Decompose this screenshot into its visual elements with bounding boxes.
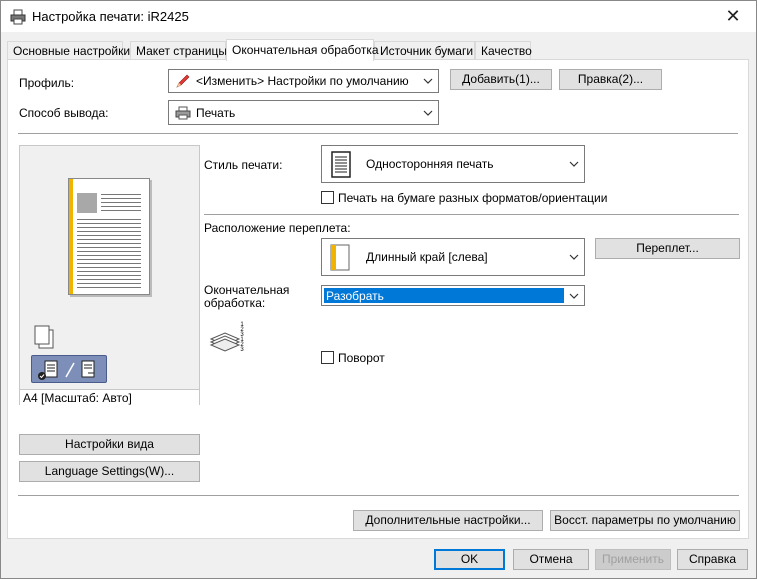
binding-location-label: Расположение переплета:: [204, 221, 351, 235]
preview-caption: A4 [Масштаб: Авто]: [23, 391, 132, 405]
finishing-label-line1: Окончательная: [204, 283, 290, 297]
binding-location-value: Длинный край [слева]: [366, 250, 488, 264]
ok-button[interactable]: OK: [434, 549, 505, 570]
output-method-label: Способ вывода:: [19, 106, 109, 120]
close-icon: ✕: [725, 6, 741, 26]
finishing-select[interactable]: Разобрать: [321, 285, 585, 306]
chevron-down-icon: [423, 110, 433, 116]
edit-profile-button[interactable]: Правка(2)...: [559, 69, 662, 90]
binding-location-select[interactable]: Длинный край [слева]: [321, 238, 585, 276]
rotate-checkbox[interactable]: [321, 351, 334, 364]
restore-defaults-button[interactable]: Восст. параметры по умолчанию: [550, 510, 740, 531]
tab-page-layout[interactable]: Макет страницы: [130, 41, 227, 60]
mixed-paper-label: Печать на бумаге разных форматов/ориента…: [338, 191, 608, 205]
chevron-down-icon: [569, 254, 579, 260]
output-method-value: Печать: [196, 105, 236, 120]
apply-button[interactable]: Применить: [595, 549, 671, 570]
help-button[interactable]: Справка: [677, 549, 748, 570]
print-mode-indicator[interactable]: [31, 355, 107, 383]
print-style-value: Односторонняя печать: [366, 157, 494, 171]
chevron-down-icon: [569, 161, 579, 167]
window-title: Настройка печати: iR2425: [32, 9, 189, 24]
preview-image-block: [77, 193, 97, 213]
chevron-down-icon: [569, 293, 579, 299]
profile-value: <Изменить> Настройки по умолчанию: [196, 74, 409, 88]
tab-basic-settings[interactable]: Основные настройки: [7, 41, 130, 60]
title-bar: Настройка печати: iR2425 ✕: [1, 1, 756, 32]
profile-label: Профиль:: [19, 76, 75, 90]
one-sided-page-icon: [331, 151, 351, 178]
printer-icon: [175, 106, 191, 120]
divider: [18, 133, 738, 134]
cancel-button[interactable]: Отмена: [513, 549, 589, 570]
tab-panel: Профиль: <Изменить> Настройки по умолчан…: [7, 59, 749, 539]
preview-pane: A4 [Масштаб: Авто]: [19, 145, 200, 405]
preview-text-lines: [77, 219, 141, 289]
divider: [18, 495, 739, 496]
pencil-icon: [176, 74, 190, 88]
print-settings-window: Настройка печати: iR2425 ✕ Основные наст…: [0, 0, 757, 579]
tab-quality[interactable]: Качество: [475, 41, 532, 60]
copies-icon: [34, 325, 54, 349]
collate-sequence: 1 2 3 1 2 3: [240, 322, 244, 353]
print-style-label: Стиль печати:: [204, 158, 283, 172]
binding-edge-marker: [69, 179, 73, 294]
language-settings-button[interactable]: Language Settings(W)...: [19, 461, 200, 482]
add-profile-button[interactable]: Добавить(1)...: [450, 69, 552, 90]
view-settings-button[interactable]: Настройки вида: [19, 434, 200, 455]
divider: [204, 214, 739, 215]
finishing-value: Разобрать: [326, 288, 384, 303]
printer-icon: [10, 9, 26, 25]
one-sided-duplex-icon: [38, 360, 95, 380]
tab-paper-source[interactable]: Источник бумаги: [374, 41, 475, 60]
output-method-select[interactable]: Печать: [168, 100, 439, 125]
chevron-down-icon: [423, 78, 433, 84]
rotate-label: Поворот: [338, 351, 385, 365]
profile-select[interactable]: <Изменить> Настройки по умолчанию: [168, 69, 439, 93]
mixed-paper-checkbox[interactable]: [321, 191, 334, 204]
preview-page: [68, 178, 150, 295]
tab-finishing[interactable]: Окончательная обработка: [226, 39, 379, 61]
finishing-label-line2: обработка:: [204, 296, 266, 310]
tab-strip: Основные настройки Макет страницы Оконча…: [7, 39, 747, 61]
advanced-settings-button[interactable]: Дополнительные настройки...: [353, 510, 543, 531]
long-edge-left-icon: [330, 244, 350, 271]
print-style-select[interactable]: Односторонняя печать: [321, 145, 585, 183]
close-button[interactable]: ✕: [710, 1, 756, 32]
gutter-button[interactable]: Переплет...: [595, 238, 740, 259]
